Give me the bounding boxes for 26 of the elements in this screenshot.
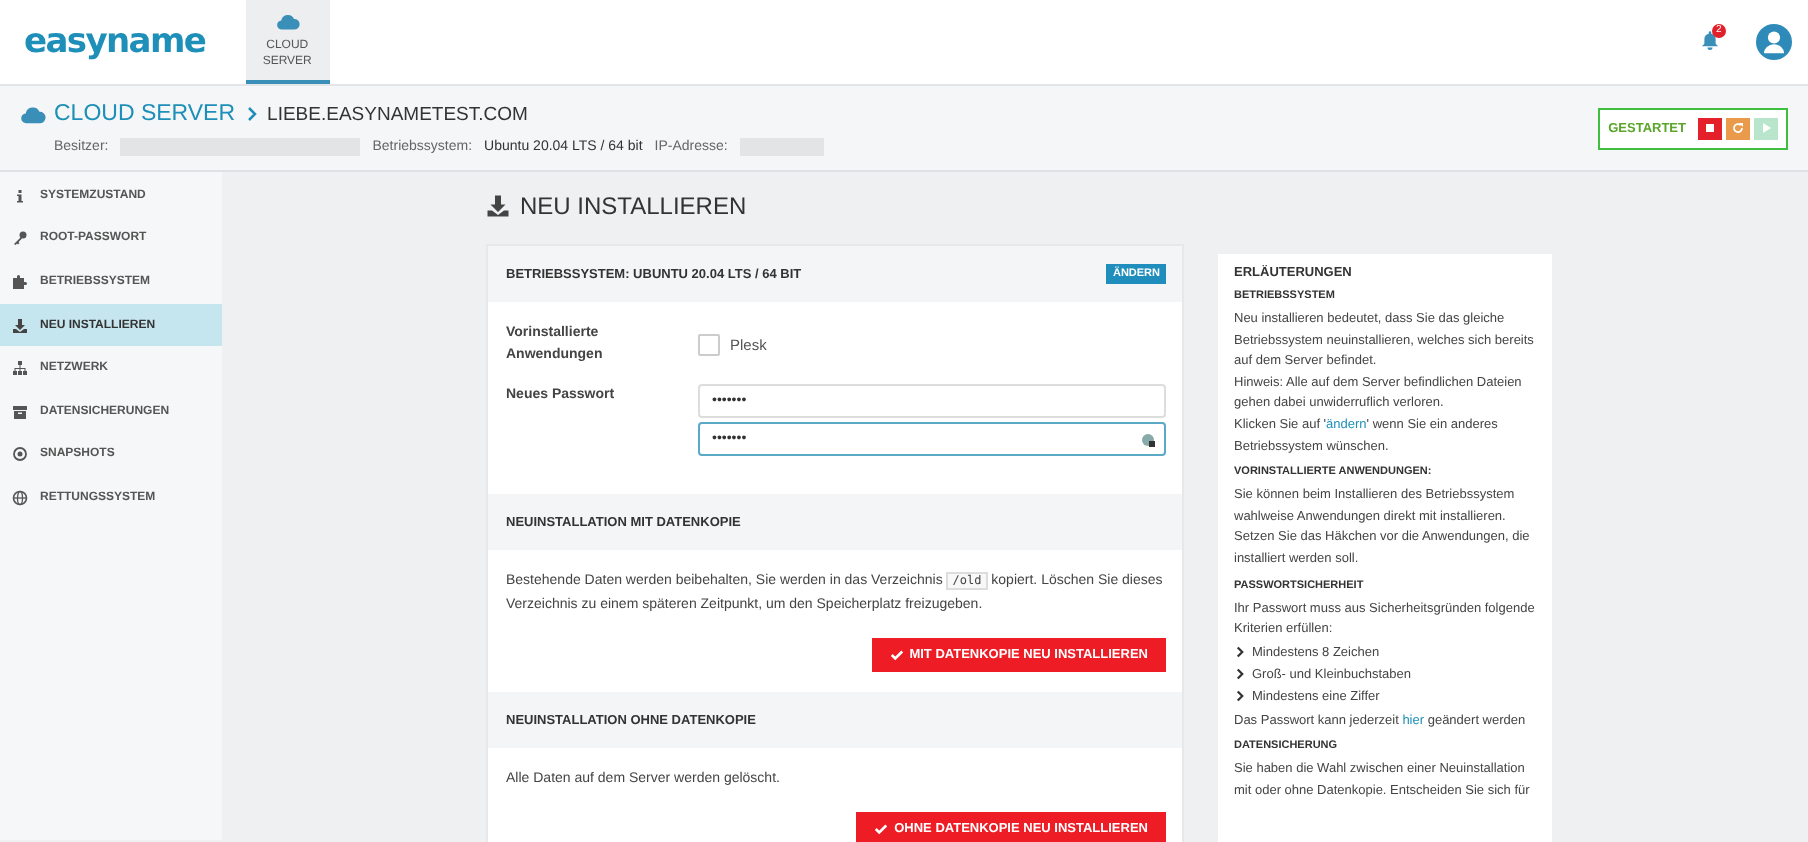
bell-icon[interactable] — [1700, 30, 1720, 50]
server-name: LIEBE.EASYNAMETEST.COM — [267, 103, 528, 125]
cloud-icon — [275, 10, 300, 34]
stop-icon — [1702, 120, 1718, 136]
password-manager-icon — [1140, 431, 1156, 447]
download-icon — [486, 194, 510, 218]
info-icon — [12, 187, 28, 204]
check-icon — [874, 822, 889, 836]
download-icon — [12, 317, 28, 334]
stop-button[interactable] — [1698, 117, 1722, 139]
restart-button[interactable] — [1726, 117, 1750, 139]
archive-icon — [12, 403, 28, 420]
sitemap-icon — [12, 360, 28, 377]
page-title: NEU INSTALLIEREN — [520, 192, 747, 220]
restart-icon — [1730, 120, 1746, 136]
check-icon — [889, 648, 904, 662]
checkbox[interactable] — [698, 333, 720, 355]
play-icon — [1758, 120, 1774, 136]
globe-icon — [12, 489, 28, 506]
avatar-icon[interactable] — [1756, 24, 1792, 60]
logo[interactable]: easyname — [20, 20, 210, 64]
target-icon — [12, 446, 28, 463]
puzzle-icon — [12, 273, 28, 290]
chevron-icon — [243, 106, 260, 122]
key-icon — [12, 230, 28, 247]
cloud-icon — [20, 101, 46, 127]
